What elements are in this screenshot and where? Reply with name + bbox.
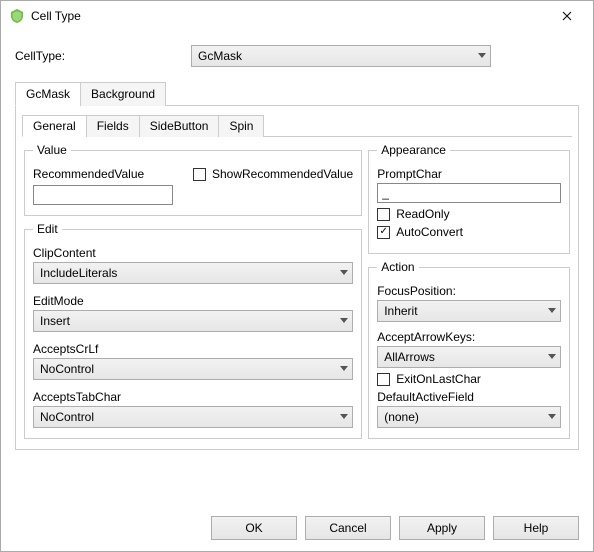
editmode-combo[interactable]: Insert	[33, 310, 353, 332]
promptchar-input[interactable]	[377, 183, 561, 203]
celltype-combo-value: GcMask	[198, 49, 242, 63]
focusposition-label: FocusPosition:	[377, 284, 561, 298]
edit-legend: Edit	[33, 222, 62, 236]
checkbox-icon	[377, 208, 390, 221]
chevron-down-icon	[548, 354, 556, 360]
editmode-value: Insert	[40, 314, 70, 328]
subtab-fields[interactable]: Fields	[86, 115, 140, 137]
chevron-down-icon	[478, 53, 486, 59]
value-legend: Value	[33, 143, 71, 157]
focusposition-value: Inherit	[384, 304, 417, 318]
recommended-value-label: RecommendedValue	[33, 167, 173, 181]
action-legend: Action	[377, 260, 418, 274]
subtab-general[interactable]: General	[22, 115, 87, 137]
celltype-combo[interactable]: GcMask	[191, 45, 491, 67]
cancel-button[interactable]: Cancel	[305, 516, 391, 540]
autoconvert-label: AutoConvert	[396, 225, 463, 239]
help-button[interactable]: Help	[493, 516, 579, 540]
readonly-checkbox[interactable]: ReadOnly	[377, 207, 561, 221]
show-recommended-checkbox[interactable]: ShowRecommendedValue	[193, 167, 353, 181]
tab-background[interactable]: Background	[80, 82, 166, 106]
checkbox-icon	[193, 168, 206, 181]
chevron-down-icon	[340, 270, 348, 276]
ok-button[interactable]: OK	[211, 516, 297, 540]
chevron-down-icon	[340, 318, 348, 324]
chevron-down-icon	[340, 366, 348, 372]
show-recommended-label: ShowRecommendedValue	[212, 167, 353, 181]
celltype-row: CellType: GcMask	[15, 45, 579, 67]
clipcontent-label: ClipContent	[33, 246, 353, 260]
close-button[interactable]	[547, 3, 587, 29]
titlebar: Cell Type	[1, 1, 593, 31]
focusposition-combo[interactable]: Inherit	[377, 300, 561, 322]
action-group: Action FocusPosition: Inherit AcceptArro…	[368, 260, 570, 439]
autoconvert-checkbox[interactable]: AutoConvert	[377, 225, 561, 239]
checkbox-icon	[377, 373, 390, 386]
recommended-value-input[interactable]	[33, 185, 173, 205]
main-tab-body: General Fields SideButton Spin Value Rec…	[15, 106, 579, 450]
button-bar: OK Cancel Apply Help	[1, 505, 593, 551]
chevron-down-icon	[548, 414, 556, 420]
readonly-label: ReadOnly	[396, 207, 449, 221]
defaultactivefield-label: DefaultActiveField	[377, 390, 561, 404]
acceptstab-label: AcceptsTabChar	[33, 390, 353, 404]
window-title: Cell Type	[31, 9, 547, 23]
appearance-legend: Appearance	[377, 143, 450, 157]
acceptscrlf-value: NoControl	[40, 362, 94, 376]
acceptscrlf-label: AcceptsCrLf	[33, 342, 353, 356]
app-icon	[9, 8, 25, 24]
subtab-spin[interactable]: Spin	[218, 115, 264, 137]
acceptstab-combo[interactable]: NoControl	[33, 406, 353, 428]
defaultactivefield-value: (none)	[384, 410, 419, 424]
value-group: Value RecommendedValue ShowRecommendedVa…	[24, 143, 362, 216]
sub-tabs: General Fields SideButton Spin	[22, 114, 572, 137]
edit-group: Edit ClipContent IncludeLiterals EditMod…	[24, 222, 362, 439]
defaultactivefield-combo[interactable]: (none)	[377, 406, 561, 428]
appearance-group: Appearance PromptChar ReadOnly AutoConve…	[368, 143, 570, 254]
left-column: Value RecommendedValue ShowRecommendedVa…	[24, 143, 362, 439]
acceptarrowkeys-label: AcceptArrowKeys:	[377, 330, 561, 344]
chevron-down-icon	[548, 308, 556, 314]
tab-gcmask[interactable]: GcMask	[15, 82, 81, 106]
acceptstab-value: NoControl	[40, 410, 94, 424]
clipcontent-combo[interactable]: IncludeLiterals	[33, 262, 353, 284]
celltype-label: CellType:	[15, 49, 191, 63]
checkbox-icon	[377, 226, 390, 239]
exitonlastchar-checkbox[interactable]: ExitOnLastChar	[377, 372, 561, 386]
exitonlastchar-label: ExitOnLastChar	[396, 372, 481, 386]
apply-button[interactable]: Apply	[399, 516, 485, 540]
general-panel: Value RecommendedValue ShowRecommendedVa…	[22, 137, 572, 441]
acceptscrlf-combo[interactable]: NoControl	[33, 358, 353, 380]
main-tabs: GcMask Background	[15, 81, 579, 106]
acceptarrowkeys-value: AllArrows	[384, 350, 435, 364]
chevron-down-icon	[340, 414, 348, 420]
content-area: CellType: GcMask GcMask Background Gener…	[1, 31, 593, 505]
editmode-label: EditMode	[33, 294, 353, 308]
acceptarrowkeys-combo[interactable]: AllArrows	[377, 346, 561, 368]
clipcontent-value: IncludeLiterals	[40, 266, 117, 280]
dialog-window: Cell Type CellType: GcMask GcMask Backgr…	[0, 0, 594, 552]
promptchar-label: PromptChar	[377, 167, 561, 181]
right-column: Appearance PromptChar ReadOnly AutoConve…	[368, 143, 570, 439]
subtab-sidebutton[interactable]: SideButton	[139, 115, 220, 137]
